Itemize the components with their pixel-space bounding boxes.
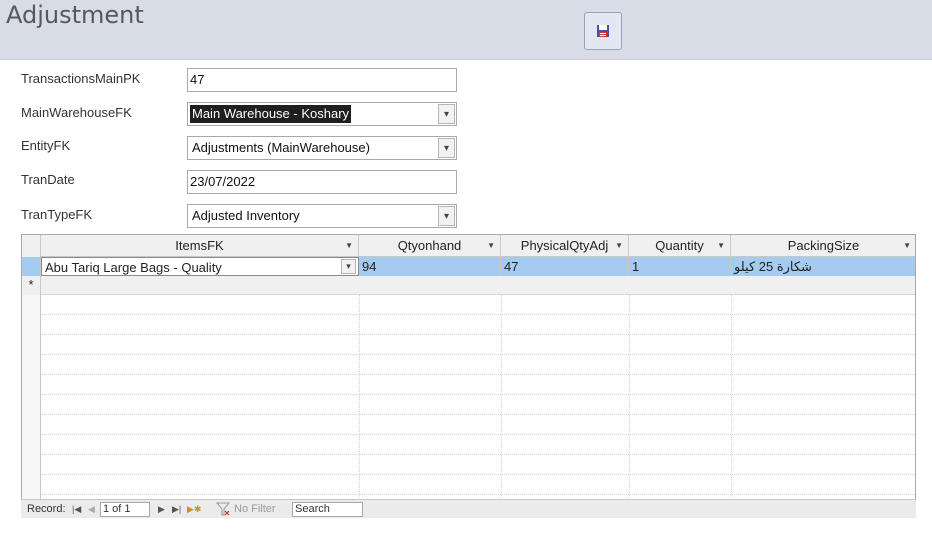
tran-date-label: TranDate [21, 172, 75, 187]
row-divider [41, 434, 915, 435]
new-row[interactable] [41, 276, 915, 295]
chevron-down-icon[interactable]: ▾ [438, 138, 455, 158]
column-divider [501, 295, 502, 510]
row-divider [41, 314, 915, 315]
select-all-corner[interactable] [22, 235, 41, 257]
no-filter-label[interactable]: No Filter [234, 503, 276, 515]
entity-fk-value: Adjustments (MainWarehouse) [192, 140, 370, 155]
column-header-qtyonhand[interactable]: Qtyonhand ▼ [359, 235, 501, 257]
form-body: TransactionsMainPK 47 MainWarehouseFK Ma… [0, 61, 932, 549]
column-divider [629, 295, 630, 510]
transactions-main-pk-field[interactable]: 47 [187, 68, 457, 92]
search-input[interactable]: Search [292, 502, 363, 517]
row-divider [41, 414, 915, 415]
chevron-down-icon[interactable]: ▼ [717, 235, 725, 256]
next-record-icon[interactable]: ▶ [158, 504, 165, 515]
column-divider [359, 295, 360, 510]
chevron-down-icon[interactable]: ▾ [341, 259, 356, 274]
record-label: Record: [27, 503, 66, 515]
last-record-icon[interactable]: ▶| [172, 504, 181, 515]
new-record-icon[interactable]: ▶✱ [187, 504, 201, 515]
main-warehouse-fk-value: Main Warehouse - Koshary [190, 105, 352, 123]
physicalqtyadj-cell[interactable]: 47 [501, 257, 629, 276]
column-divider [731, 295, 732, 510]
row-divider [41, 374, 915, 375]
chevron-down-icon[interactable]: ▼ [487, 235, 495, 256]
row-divider [41, 354, 915, 355]
row-divider [41, 494, 915, 495]
chevron-down-icon[interactable]: ▼ [903, 235, 911, 256]
column-header-label: Quantity [655, 238, 704, 253]
items-fk-value: Abu Tariq Large Bags - Quality [45, 260, 222, 275]
main-warehouse-fk-combo[interactable]: Main Warehouse - Koshary ▾ [187, 102, 457, 126]
record-navigator: Record: |◀ ◀ 1 of 1 ▶ ▶| ▶✱ No Filter Se… [21, 499, 916, 518]
items-fk-cell[interactable]: Abu Tariq Large Bags - Quality ▾ [41, 257, 359, 276]
qtyonhand-cell[interactable]: 94 [359, 257, 501, 276]
items-datasheet: ItemsFK ▼ Qtyonhand ▼ PhysicalQtyAdj ▼ Quan… [21, 234, 916, 517]
form-title: Adjustment [6, 1, 144, 29]
column-header-label: PhysicalQtyAdj [520, 238, 609, 253]
chevron-down-icon[interactable]: ▼ [345, 235, 353, 256]
entity-fk-label: EntityFK [21, 138, 71, 153]
tran-type-fk-value: Adjusted Inventory [192, 208, 300, 223]
chevron-down-icon[interactable]: ▾ [438, 104, 455, 124]
record-position-field[interactable]: 1 of 1 [100, 502, 150, 517]
row-divider [41, 474, 915, 475]
column-header-quantity[interactable]: Quantity ▼ [629, 235, 731, 257]
save-icon [597, 25, 609, 37]
column-header-physicalqtyadj[interactable]: PhysicalQtyAdj ▼ [501, 235, 629, 257]
first-record-icon[interactable]: |◀ [72, 504, 81, 515]
chevron-down-icon[interactable]: ▾ [438, 206, 455, 226]
new-row-marker[interactable]: * [22, 276, 41, 295]
previous-record-icon[interactable]: ◀ [88, 504, 95, 515]
column-header-label: ItemsFK [175, 238, 224, 253]
column-header-label: PackingSize [787, 238, 860, 253]
packingsize-cell[interactable]: شكارة 25 كيلو [731, 257, 915, 276]
transactions-main-pk-label: TransactionsMainPK [21, 71, 141, 86]
row-selector[interactable] [22, 257, 41, 276]
tran-date-field[interactable]: 23/07/2022 [187, 170, 457, 194]
save-button[interactable] [584, 12, 622, 50]
tran-type-fk-label: TranTypeFK [21, 207, 93, 222]
row-selector-column [22, 295, 41, 515]
row-divider [41, 334, 915, 335]
row-divider [41, 454, 915, 455]
column-header-itemsfk[interactable]: ItemsFK ▼ [41, 235, 359, 257]
entity-fk-combo[interactable]: Adjustments (MainWarehouse) ▾ [187, 136, 457, 160]
tran-type-fk-combo[interactable]: Adjusted Inventory ▾ [187, 204, 457, 228]
form-header: Adjustment [0, 0, 932, 60]
column-header-label: Qtyonhand [397, 238, 462, 253]
column-header-packingsize[interactable]: PackingSize ▼ [731, 235, 915, 257]
quantity-cell[interactable]: 1 [629, 257, 731, 276]
chevron-down-icon[interactable]: ▼ [615, 235, 623, 256]
filter-icon[interactable] [216, 502, 230, 516]
row-divider [41, 394, 915, 395]
main-warehouse-fk-label: MainWarehouseFK [21, 105, 132, 120]
